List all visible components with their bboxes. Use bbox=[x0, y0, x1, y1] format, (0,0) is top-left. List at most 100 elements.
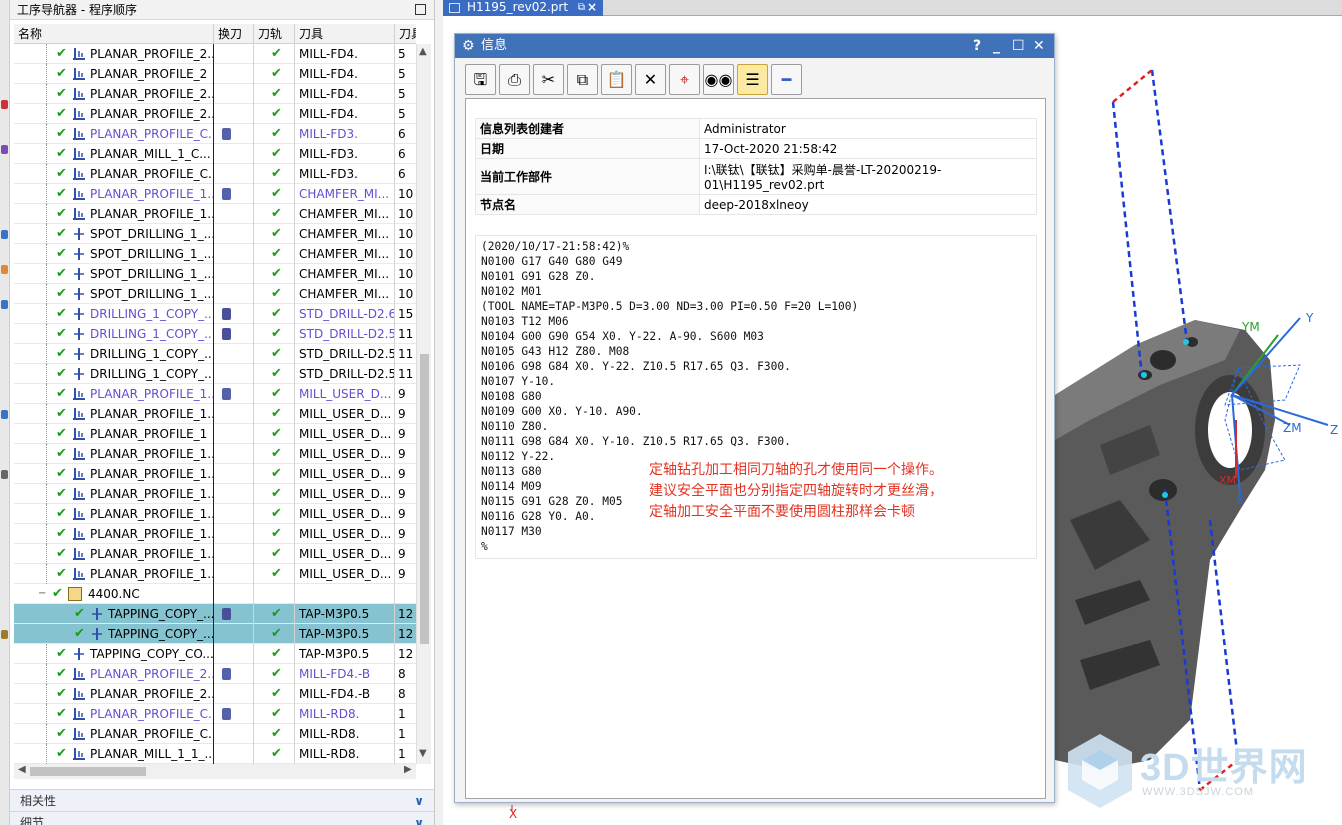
document-tab[interactable]: H1195_rev02.prt ⧉ × bbox=[443, 0, 603, 16]
strip-gold-icon[interactable] bbox=[1, 630, 8, 639]
operation-row[interactable]: ✔ PLANAR_PROFILE_1 ✔ MILL_USER_D... 9 bbox=[14, 424, 416, 444]
info-key: 日期 bbox=[475, 138, 700, 159]
vertical-scroll-thumb[interactable] bbox=[420, 354, 429, 644]
operation-row[interactable]: ✔ PLANAR_PROFILE_1... ✔ CHAMFER_MI... 10 bbox=[14, 184, 416, 204]
column-tool-number[interactable]: 刀具号 bbox=[395, 24, 416, 44]
tool-cell: STD_DRILL-D2.6 bbox=[295, 304, 395, 324]
operation-row[interactable]: ✔ SPOT_DRILLING_1_... ✔ CHAMFER_MI... 10 bbox=[14, 224, 416, 244]
save-icon[interactable]: 🖫 bbox=[465, 64, 496, 95]
column-toolchange[interactable]: 换刀 bbox=[214, 24, 254, 44]
close-tab-icon[interactable]: × bbox=[587, 0, 597, 15]
operation-row[interactable]: ✔ SPOT_DRILLING_1_... ✔ CHAMFER_MI... 10 bbox=[14, 264, 416, 284]
minus-icon[interactable]: ━ bbox=[771, 64, 802, 95]
strip-blue-icon-3[interactable] bbox=[1, 410, 8, 419]
operation-row[interactable]: ✔ PLANAR_PROFILE_1... ✔ MILL_USER_D... 9 bbox=[14, 404, 416, 424]
binoculars-icon[interactable]: ◉◉ bbox=[703, 64, 734, 95]
operation-row[interactable]: ✔ PLANAR_PROFILE_2 ✔ MILL-FD4. 5 bbox=[14, 64, 416, 84]
operation-row[interactable]: ✔ PLANAR_MILL_1_C... ✔ MILL-FD3. 6 bbox=[14, 144, 416, 164]
operation-row[interactable]: ✔ PLANAR_PROFILE_2... ✔ MILL-FD4. 5 bbox=[14, 84, 416, 104]
scroll-right-icon[interactable]: ▶ bbox=[404, 764, 412, 775]
column-toolpath[interactable]: 刀轨 bbox=[254, 24, 295, 44]
operation-row[interactable]: ✔ PLANAR_PROFILE_1... ✔ MILL_USER_D... 9 bbox=[14, 444, 416, 464]
tree-line bbox=[46, 384, 47, 404]
operation-row[interactable]: ✔ DRILLING_1_COPY_... ✔ STD_DRILL-D2.5 11 bbox=[14, 324, 416, 344]
help-icon[interactable]: ? bbox=[973, 34, 981, 58]
info-content-area[interactable]: 信息列表创建者 Administrator 日期 17-Oct-2020 21:58… bbox=[465, 98, 1046, 799]
operation-row[interactable]: ✔ PLANAR_PROFILE_C... ✔ MILL-RD8. 1 bbox=[14, 724, 416, 744]
operation-row[interactable]: ✔ DRILLING_1_COPY_... ✔ STD_DRILL-D2.5 11 bbox=[14, 364, 416, 384]
dialog-title: 信息 bbox=[481, 38, 508, 53]
horizontal-scroll-thumb[interactable] bbox=[30, 767, 146, 776]
operation-row[interactable]: ✔ SPOT_DRILLING_1_... ✔ CHAMFER_MI... 10 bbox=[14, 244, 416, 264]
toolpath-cell: ✔ bbox=[254, 524, 295, 544]
strip-red-icon[interactable] bbox=[1, 100, 8, 109]
copy-icon[interactable]: ⧉ bbox=[567, 64, 598, 95]
program-folder-icon bbox=[68, 587, 82, 601]
operation-row[interactable]: ✔ PLANAR_PROFILE_C... ✔ MILL-FD3. 6 bbox=[14, 164, 416, 184]
toolpath-cell: ✔ bbox=[254, 564, 295, 584]
operation-row[interactable]: ✔ PLANAR_PROFILE_2... ✔ MILL-FD4. 5 bbox=[14, 104, 416, 124]
column-tool[interactable]: 刀具 bbox=[295, 24, 395, 44]
info-value: I:\联钛\【联钛】采购单-晨誉-LT-20200219- 01\H1195_r… bbox=[699, 158, 1037, 195]
operation-row[interactable]: ✔ PLANAR_PROFILE_1... ✔ MILL_USER_D... 9 bbox=[14, 564, 416, 584]
collapse-icon[interactable]: − bbox=[38, 584, 46, 604]
print-icon[interactable]: ⎙ bbox=[499, 64, 530, 95]
operation-row[interactable]: ✔ PLANAR_PROFILE_1... ✔ MILL_USER_D... 9 bbox=[14, 524, 416, 544]
toolchange-cell bbox=[214, 424, 254, 444]
tool-number-cell: 9 bbox=[398, 487, 406, 501]
operation-row[interactable]: ✔ PLANAR_PROFILE_1... ✔ MILL_USER_D... 9 bbox=[14, 504, 416, 524]
program-group-row[interactable]: − ✔ 4400.NC bbox=[14, 584, 416, 604]
check-icon: ✔ bbox=[56, 666, 67, 681]
operation-row[interactable]: ✔ SPOT_DRILLING_1_... ✔ CHAMFER_MI... 10 bbox=[14, 284, 416, 304]
scroll-down-icon[interactable]: ▼ bbox=[419, 748, 427, 759]
paste-icon[interactable]: 📋 bbox=[601, 64, 632, 95]
find-icon[interactable]: ⌖ bbox=[669, 64, 700, 95]
pin-icon[interactable]: ⧉ bbox=[578, 0, 585, 15]
toolpath-cell: ✔ bbox=[254, 344, 295, 364]
operation-row[interactable]: ✔ PLANAR_PROFILE_C... ✔ MILL-RD8. 1 bbox=[14, 704, 416, 724]
wrap-icon[interactable]: ☰ bbox=[737, 64, 768, 95]
dialog-title-bar[interactable]: ⚙ 信息 ? _ ☐ ✕ bbox=[455, 34, 1054, 58]
operation-row[interactable]: ✔ DRILLING_1_COPY_... ✔ STD_DRILL-D2.6 15 bbox=[14, 304, 416, 324]
operation-name: PLANAR_PROFILE_C... bbox=[90, 727, 214, 741]
close-icon[interactable]: ✕ bbox=[1033, 34, 1045, 58]
operation-row[interactable]: ✔ PLANAR_PROFILE_C... ✔ MILL-FD3. 6 bbox=[14, 124, 416, 144]
minimize-icon[interactable]: _ bbox=[993, 34, 1000, 58]
operation-row[interactable]: ✔ PLANAR_MILL_1_1_... ✔ MILL-RD8. 1 bbox=[14, 744, 416, 764]
maximize-icon[interactable]: ☐ bbox=[1012, 34, 1025, 58]
operation-row[interactable]: ✔ TAPPING_COPY_CO... ✔ TAP-M3P0.5 12 bbox=[14, 644, 416, 664]
strip-gray-icon[interactable] bbox=[1, 470, 8, 479]
operation-row[interactable]: ✔ PLANAR_PROFILE_1... ✔ MILL_USER_D... 9 bbox=[14, 484, 416, 504]
scroll-left-icon[interactable]: ◀ bbox=[18, 764, 26, 775]
maximize-icon[interactable] bbox=[415, 4, 426, 15]
operation-row[interactable]: ✔ PLANAR_PROFILE_2... ✔ MILL-FD4.-B 8 bbox=[14, 664, 416, 684]
operation-row[interactable]: ✔ PLANAR_PROFILE_1... ✔ MILL_USER_D... 9 bbox=[14, 544, 416, 564]
operation-name: DRILLING_1_COPY_... bbox=[90, 327, 214, 341]
code-line: N0103 T12 M06 bbox=[481, 315, 569, 328]
operation-row[interactable]: ✔ PLANAR_PROFILE_1... ✔ MILL_USER_D... 9 bbox=[14, 464, 416, 484]
accordion-dependencies[interactable]: 相关性 ∨ bbox=[10, 789, 434, 811]
scroll-up-icon[interactable]: ▲ bbox=[419, 46, 427, 57]
operation-name: SPOT_DRILLING_1_... bbox=[90, 247, 214, 261]
planar-milling-op-icon bbox=[73, 68, 85, 80]
strip-purple-icon[interactable] bbox=[1, 145, 8, 154]
operation-row[interactable]: ✔ TAPPING_COPY_... ✔ TAP-M3P0.5 12 bbox=[14, 604, 416, 624]
navigator-horizontal-scrollbar[interactable]: ◀ ▶ bbox=[14, 764, 416, 779]
name-cell: − ✔ 4400.NC bbox=[14, 584, 214, 604]
strip-orange-icon[interactable] bbox=[1, 265, 8, 274]
operation-row[interactable]: ✔ DRILLING_1_COPY_... ✔ STD_DRILL-D2.5 11 bbox=[14, 344, 416, 364]
accordion-details[interactable]: 细节 ∨ bbox=[10, 811, 434, 825]
navigator-vertical-scrollbar[interactable]: ▲ ▼ bbox=[416, 44, 431, 764]
operation-name: PLANAR_PROFILE_C... bbox=[90, 707, 214, 721]
operation-row[interactable]: ✔ PLANAR_PROFILE_2... ✔ MILL-FD4.-B 8 bbox=[14, 684, 416, 704]
operation-row[interactable]: ✔ TAPPING_COPY_... ✔ TAP-M3P0.5 12 bbox=[14, 624, 416, 644]
column-name[interactable]: 名称 bbox=[14, 24, 214, 44]
strip-blue-icon[interactable] bbox=[1, 230, 8, 239]
operation-row[interactable]: ✔ PLANAR_PROFILE_2... ✔ MILL-FD4. 5 bbox=[14, 44, 416, 64]
cut-icon[interactable]: ✂ bbox=[533, 64, 564, 95]
operation-row[interactable]: ✔ PLANAR_PROFILE_1... ✔ MILL_USER_D... 9 bbox=[14, 384, 416, 404]
operation-row[interactable]: ✔ PLANAR_PROFILE_1... ✔ CHAMFER_MI... 10 bbox=[14, 204, 416, 224]
delete-icon[interactable]: ✕ bbox=[635, 64, 666, 95]
strip-blue-icon-2[interactable] bbox=[1, 300, 8, 309]
operation-name: PLANAR_PROFILE_1 bbox=[90, 427, 208, 441]
